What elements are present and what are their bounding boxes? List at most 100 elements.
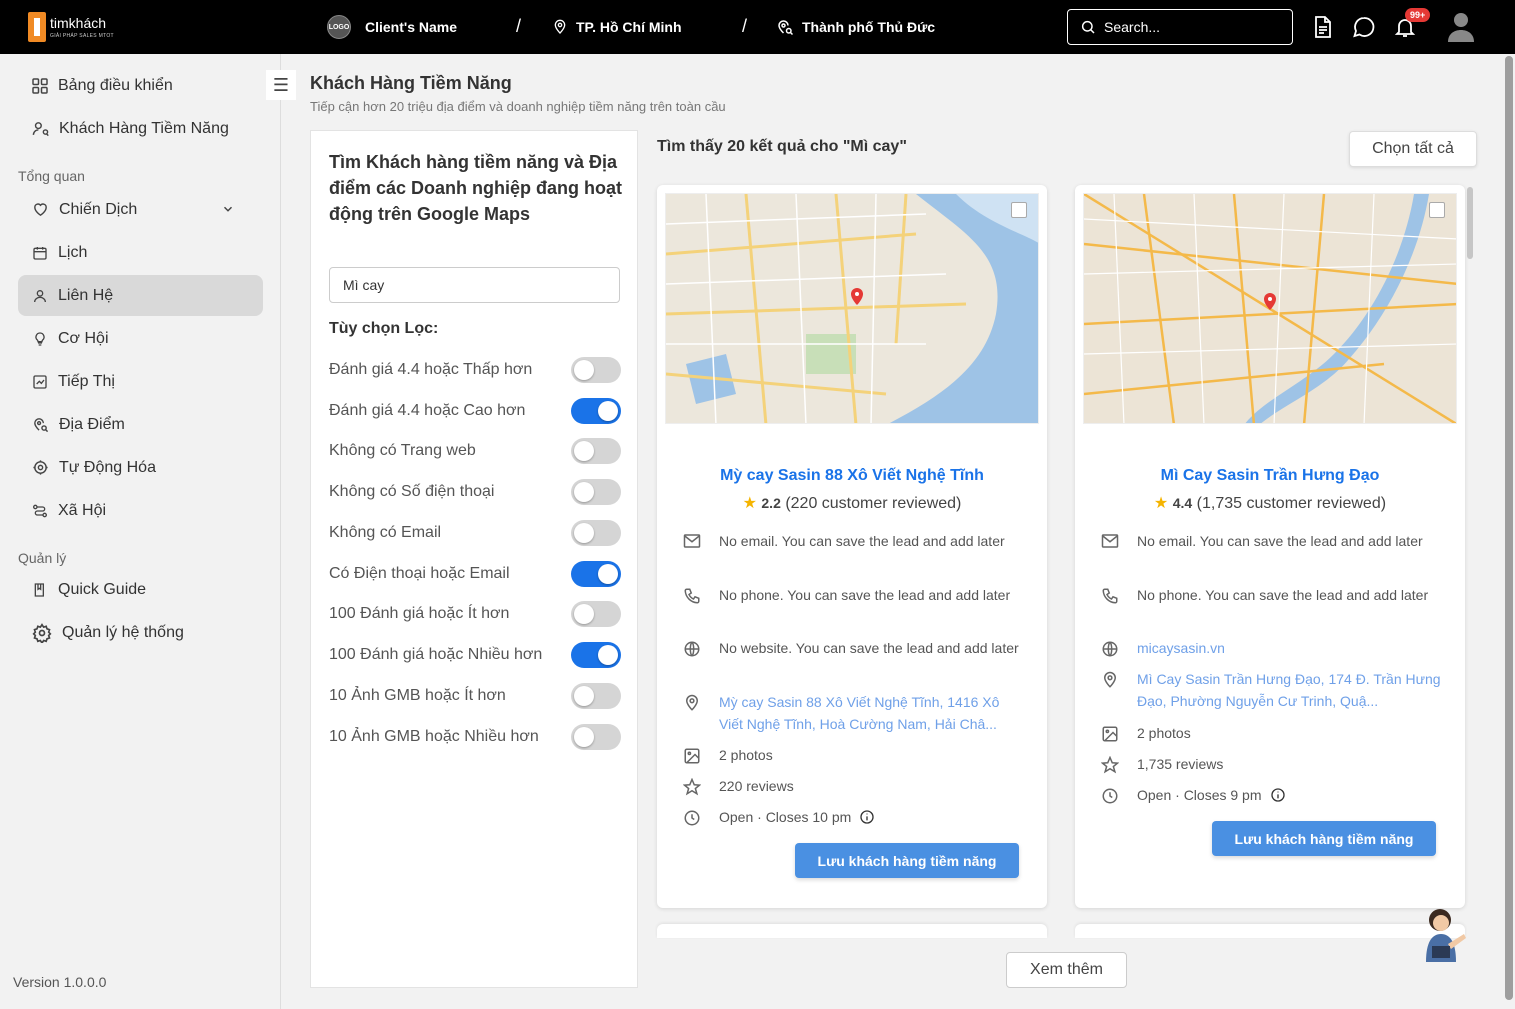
email-text: No email. You can save the lead and add … [719,533,1005,549]
document-icon[interactable] [1313,15,1333,39]
business-name[interactable]: Mì Cay Sasin Trần Hưng Đạo [1075,467,1465,485]
breadcrumb-city[interactable]: TP. Hồ Chí Minh [552,0,682,54]
email-row: No email. You can save the lead and add … [1101,530,1441,552]
sidebar-item-label: Liên Hệ [58,286,114,304]
toggle-switch[interactable] [571,683,621,709]
page-scrollbar-thumb[interactable] [1505,56,1513,1000]
toggle-switch[interactable] [571,520,621,546]
grid-icon [32,77,48,94]
sidebar-item-dashboard[interactable]: Bảng điều khiển [18,65,263,106]
address-text: Mỳ cay Sasin 88 Xô Viết Nghệ Tĩnh, 1416 … [719,694,1000,732]
chat-icon[interactable] [1352,15,1376,39]
user-avatar-icon[interactable] [1447,11,1475,43]
address-row[interactable]: Mỳ cay Sasin 88 Xô Viết Nghệ Tĩnh, 1416 … [683,691,1023,735]
keyword-input[interactable] [329,267,620,303]
select-checkbox[interactable] [1011,202,1027,218]
sidebar-item-opportunities[interactable]: Cơ Hội [18,318,263,359]
filter-photos-low: 10 Ảnh GMB hoặc Ít hơn [329,683,621,709]
website-link[interactable]: micaysasin.vn [1137,637,1225,659]
star-outline-icon [1101,756,1119,774]
rating-row: ★ 4.4 (1,735 customer reviewed) [1075,493,1465,513]
select-checkbox[interactable] [1429,202,1445,218]
user-search-icon [32,122,49,137]
sidebar-item-calendar[interactable]: Lịch [18,232,263,273]
filter-no-phone: Không có Số điện thoại [329,479,621,505]
sidebar-item-campaigns[interactable]: Chiến Dịch [18,189,263,230]
sidebar-item-contacts[interactable]: Liên Hệ [18,275,263,316]
reviews-text: 220 reviews [719,778,794,794]
notification-badge: 99+ [1405,8,1431,22]
save-lead-button[interactable]: Lưu khách hàng tiềm năng [1212,821,1436,856]
info-icon[interactable] [1270,787,1286,803]
toggle-switch[interactable] [571,561,621,587]
toggle-switch[interactable] [571,479,621,505]
page-scrollbar[interactable] [1505,56,1513,1000]
filter-has-phone-or-email: Có Điện thoại hoặc Email [329,561,621,587]
star-icon: ★ [742,495,757,512]
sidebar-item-social[interactable]: Xã Hội [18,490,263,531]
sidebar-item-quick-guide[interactable]: Quick Guide [18,569,263,610]
sidebar-item-system-settings[interactable]: Quản lý hệ thống [18,612,263,653]
rating-value: 2.2 [761,495,781,511]
toggle-switch[interactable] [571,357,621,383]
lead-card-partial [1075,924,1465,938]
info-icon[interactable] [859,809,875,825]
select-all-button[interactable]: Chọn tất cả [1349,131,1477,167]
toggle-label: Đánh giá 4.4 hoặc Thấp hơn [329,361,533,378]
toggle-switch[interactable] [571,642,621,668]
app-logo[interactable]: timkhách GIẢI PHÁP SALES MTOT [28,12,114,42]
heart-icon [34,203,47,217]
website-row[interactable]: micaysasin.vn [1101,637,1441,659]
business-name[interactable]: Mỳ cay Sasin 88 Xô Viết Nghệ Tĩnh [657,467,1047,485]
hours-row: Open · Closes 10 pm [683,806,1023,828]
sidebar-item-automation[interactable]: Tự Động Hóa [18,447,263,488]
map-preview[interactable] [665,193,1039,424]
automation-icon [33,460,48,475]
review-count: (220 customer reviewed) [785,495,962,512]
map-preview[interactable] [1083,193,1457,424]
filter-reviews-high: 100 Đánh giá hoặc Nhiều hơn [329,642,621,668]
toggle-switch[interactable] [571,724,621,750]
lead-card: Mì Cay Sasin Trần Hưng Đạo ★ 4.4 (1,735 … [1075,185,1465,908]
filter-rating-high: Đánh giá 4.4 hoặc Cao hơn [329,398,621,424]
toggle-switch[interactable] [571,601,621,627]
assistant-mascot-icon[interactable] [1418,904,1468,962]
address-row[interactable]: Mì Cay Sasin Trần Hưng Đạo, 174 Đ. Trần … [1101,668,1441,712]
image-icon [684,748,700,764]
phone-text: No phone. You can save the lead and add … [1137,587,1429,603]
website-row: No website. You can save the lead and ad… [683,637,1023,659]
logo-tagline: GIẢI PHÁP SALES MTOT [50,32,114,39]
rating-value: 4.4 [1172,495,1193,511]
hours-text: Open · Closes 9 pm [1137,787,1262,803]
logo-name: timkhách [50,14,107,31]
menu-toggle-button[interactable]: ☰ [266,70,296,100]
sidebar-item-label: Quản lý hệ thống [62,623,184,641]
sidebar-item-locations[interactable]: Địa Điểm [18,404,263,445]
toggle-switch[interactable] [571,438,621,464]
sidebar-item-label: Địa Điểm [59,415,125,433]
toggle-switch[interactable] [571,398,621,424]
breadcrumb-client[interactable]: LOGO Client's Name [327,0,457,54]
sidebar-item-label: Lịch [58,243,88,261]
chevron-down-icon[interactable] [221,202,235,216]
filter-panel: Tìm Khách hàng tiềm năng và Địa điểm các… [310,130,638,988]
logo-mark-icon [28,12,46,42]
save-lead-button[interactable]: Lưu khách hàng tiềm năng [795,843,1019,878]
client-logo: LOGO [327,15,351,39]
toggle-label: 10 Ảnh GMB hoặc Nhiều hơn [329,728,539,745]
load-more-button[interactable]: Xem thêm [1006,952,1127,988]
breadcrumb-district[interactable]: Thành phố Thủ Đức [776,0,935,54]
email-row: No email. You can save the lead and add … [683,530,1023,552]
review-count: (1,735 customer reviewed) [1196,495,1387,512]
sidebar-item-leads[interactable]: Khách Hàng Tiềm Năng [18,108,263,149]
photos-text: 2 photos [1137,725,1191,741]
sidebar: Bảng điều khiển Khách Hàng Tiềm Năng Tổn… [0,54,281,1009]
user-icon [34,289,46,302]
globe-icon [1102,641,1118,657]
sidebar-item-marketing[interactable]: Tiếp Thị [18,361,263,402]
toggle-label: 100 Đánh giá hoặc Ít hơn [329,605,510,622]
search-input[interactable]: Search... [1067,9,1293,45]
toggle-label: Không có Trang web [329,442,476,459]
toggle-label: 100 Đánh giá hoặc Nhiều hơn [329,646,543,663]
results-scrollbar[interactable] [1467,187,1473,259]
